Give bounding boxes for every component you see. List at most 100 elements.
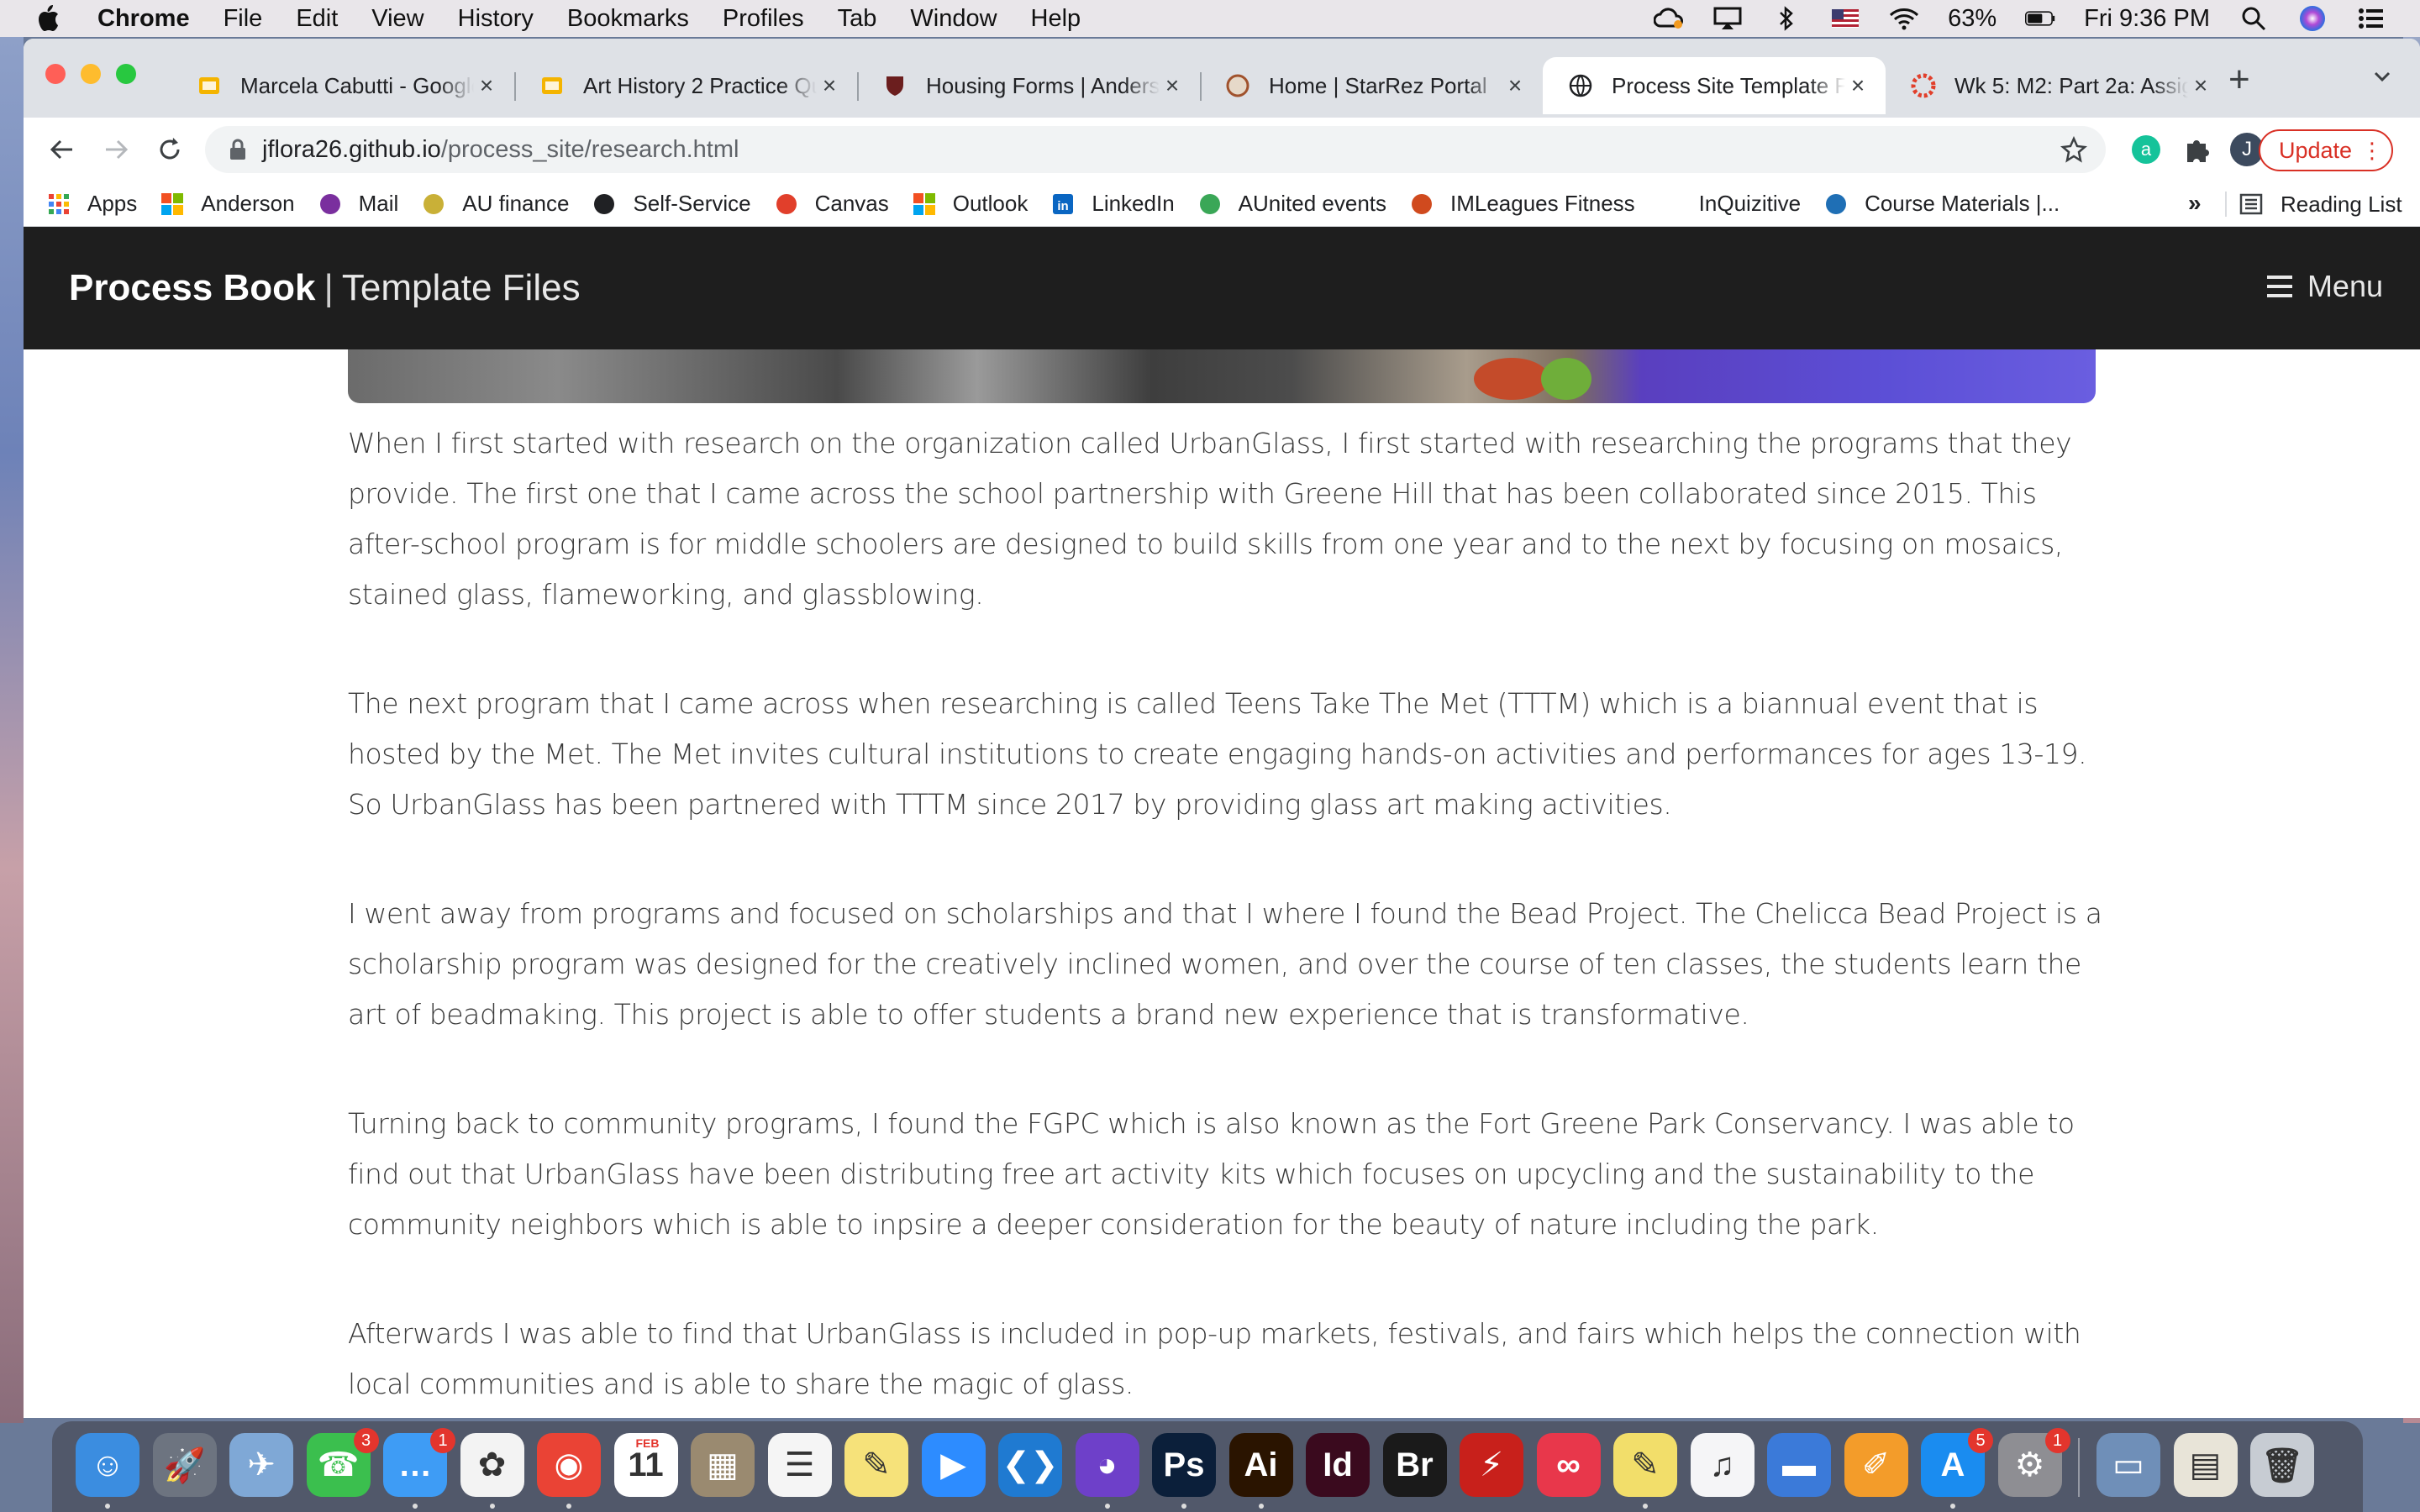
address-bar[interactable]: jflora26.github.io/process_site/research… bbox=[205, 126, 2106, 173]
site-brand[interactable]: Process Book | Template Files bbox=[69, 267, 581, 309]
canvas-icon bbox=[775, 192, 798, 216]
close-tab-icon[interactable]: × bbox=[2188, 72, 2213, 99]
close-tab-icon[interactable]: × bbox=[1502, 72, 1528, 99]
back-arrow-icon[interactable] bbox=[42, 129, 82, 170]
bookmark-item[interactable]: Self-Service bbox=[592, 191, 751, 217]
bookmark-star-icon[interactable] bbox=[2060, 135, 2087, 163]
bookmark-item[interactable]: Apps bbox=[47, 191, 137, 217]
browser-tab[interactable]: Wk 5: M2: Part 2a: Assig × bbox=[1886, 57, 2228, 114]
launchpad-dock-icon[interactable]: 🚀 bbox=[152, 1433, 217, 1497]
brand-separator: | bbox=[324, 267, 334, 308]
screenshot-folder-glyph: ▭ bbox=[2112, 1446, 2144, 1483]
bookmark-item[interactable]: Canvas bbox=[775, 191, 889, 217]
extensions-puzzle-icon[interactable] bbox=[2181, 133, 2215, 166]
tab-search-chevron-icon[interactable] bbox=[2370, 64, 2395, 89]
creative-cloud-status-icon[interactable] bbox=[1654, 6, 1684, 31]
downloads-stack-dock-icon[interactable]: ▤ bbox=[2173, 1433, 2238, 1497]
menu-view[interactable]: View bbox=[371, 5, 424, 33]
trash-dock-icon[interactable]: 🗑 bbox=[2250, 1433, 2314, 1497]
article-paragraph: I went away from programs and focused on… bbox=[348, 897, 2102, 1031]
menubar-clock[interactable]: Fri 9:36 PM bbox=[2084, 5, 2210, 33]
close-tab-icon[interactable]: × bbox=[1160, 72, 1185, 99]
bluetooth-icon[interactable] bbox=[1771, 6, 1802, 31]
pages-dock-icon[interactable]: ✐ bbox=[1844, 1433, 1908, 1497]
siri-icon[interactable] bbox=[2297, 6, 2328, 31]
bookmark-item[interactable]: in LinkedIn bbox=[1051, 191, 1175, 217]
grammarly-extension-icon[interactable]: a bbox=[2129, 133, 2163, 166]
chrome-dock-icon[interactable]: ◉ bbox=[537, 1433, 601, 1497]
bookmark-label: Self-Service bbox=[633, 191, 751, 216]
browser-tab[interactable]: Marcela Cabutti - Google × bbox=[171, 57, 514, 114]
zoom-dock-icon[interactable]: ▶ bbox=[921, 1433, 986, 1497]
browser-tab[interactable]: Process Site Template Fi × bbox=[1543, 57, 1886, 114]
close-tab-icon[interactable]: × bbox=[817, 72, 842, 99]
zoom-window-button[interactable] bbox=[116, 64, 136, 84]
microsoft-icon bbox=[160, 192, 184, 216]
menu-app-name[interactable]: Chrome bbox=[97, 5, 190, 33]
linkedin-icon: in bbox=[1051, 192, 1075, 216]
bookmark-item[interactable]: InQuizitive bbox=[1659, 191, 1801, 217]
creative-cloud-dock-icon[interactable]: ∞ bbox=[1536, 1433, 1601, 1497]
airplay-icon[interactable] bbox=[1712, 6, 1743, 31]
bookmark-item[interactable]: Outlook bbox=[913, 191, 1028, 217]
menu-profiles[interactable]: Profiles bbox=[723, 5, 804, 33]
keynote-dock-icon[interactable]: ▬ bbox=[1767, 1433, 1831, 1497]
new-tab-plus-icon[interactable]: + bbox=[2228, 59, 2250, 101]
screenshot-folder-dock-icon[interactable]: ▭ bbox=[2096, 1433, 2160, 1497]
menu-window[interactable]: Window bbox=[910, 5, 997, 33]
reading-list-button[interactable]: Reading List bbox=[2238, 181, 2402, 227]
browser-tab[interactable]: Home | StarRez Portal × bbox=[1200, 57, 1543, 114]
bridge-dock-icon[interactable]: Br bbox=[1382, 1433, 1447, 1497]
web-page: Process Book | Template Files Menu When I … bbox=[24, 227, 2420, 1418]
notification-badge: 3 bbox=[353, 1428, 379, 1453]
bookmark-item[interactable]: Anderson bbox=[160, 191, 295, 217]
browser-tab[interactable]: Housing Forms | Anderso × bbox=[857, 57, 1200, 114]
stickies-dock-icon[interactable]: ✎ bbox=[1613, 1433, 1677, 1497]
menu-bookmarks[interactable]: Bookmarks bbox=[567, 5, 689, 33]
notes-dock-icon[interactable]: ✎ bbox=[844, 1433, 908, 1497]
bookmark-item[interactable]: AUnited events bbox=[1198, 191, 1386, 217]
globe-icon bbox=[1568, 73, 1593, 98]
hamburger-icon bbox=[2266, 276, 2292, 297]
minimize-window-button[interactable] bbox=[81, 64, 101, 84]
photoshop-dock-icon[interactable]: Ps bbox=[1152, 1433, 1216, 1497]
control-center-icon[interactable] bbox=[2356, 6, 2386, 31]
acrobat-dock-icon[interactable]: ⚡ bbox=[1460, 1433, 1523, 1497]
close-tab-icon[interactable]: × bbox=[474, 72, 499, 99]
menu-file[interactable]: File bbox=[224, 5, 263, 33]
forward-arrow-icon[interactable] bbox=[96, 129, 136, 170]
menu-history[interactable]: History bbox=[458, 5, 534, 33]
illustrator-dock-icon[interactable]: Ai bbox=[1228, 1433, 1293, 1497]
calculator-dock-icon[interactable]: ▦ bbox=[691, 1433, 755, 1497]
menu-tab[interactable]: Tab bbox=[838, 5, 877, 33]
photos-dock-icon[interactable]: ✿ bbox=[460, 1433, 524, 1497]
bookmark-item[interactable]: AU finance bbox=[422, 191, 569, 217]
browser-tab[interactable]: Art History 2 Practice Qu × bbox=[514, 57, 857, 114]
indesign-dock-icon[interactable]: Id bbox=[1306, 1433, 1370, 1497]
close-tab-icon[interactable]: × bbox=[1845, 72, 1870, 99]
bookmark-item[interactable]: IMLeagues Fitness bbox=[1410, 191, 1635, 217]
us-flag-input-icon[interactable] bbox=[1830, 6, 1860, 31]
github-dock-icon[interactable]: ◕ bbox=[1075, 1433, 1139, 1497]
reminders-dock-icon[interactable]: ☰ bbox=[767, 1433, 832, 1497]
update-chrome-button[interactable]: Update ⋮ bbox=[2259, 129, 2393, 171]
menu-edit[interactable]: Edit bbox=[296, 5, 338, 33]
music-dock-icon[interactable]: ♫ bbox=[1690, 1433, 1754, 1497]
menu-help[interactable]: Help bbox=[1031, 5, 1081, 33]
bookmark-item[interactable]: Course Materials |... bbox=[1824, 191, 2060, 217]
preview-dock-icon[interactable]: ✈ bbox=[229, 1433, 293, 1497]
bookmark-label: AU finance bbox=[462, 191, 570, 216]
apple-menu-icon[interactable] bbox=[35, 4, 64, 33]
reload-icon[interactable] bbox=[150, 129, 190, 170]
lock-icon[interactable] bbox=[229, 138, 247, 161]
spotlight-search-icon[interactable] bbox=[2238, 6, 2269, 31]
close-window-button[interactable] bbox=[45, 64, 66, 84]
bookmark-item[interactable]: Mail bbox=[318, 191, 398, 217]
wifi-icon[interactable] bbox=[1889, 6, 1919, 31]
site-menu-button[interactable]: Menu bbox=[2266, 269, 2383, 304]
vscode-dock-icon[interactable]: ❮❯ bbox=[998, 1433, 1062, 1497]
bookmarks-overflow-chevron[interactable]: » bbox=[2188, 190, 2202, 217]
more-menu-icon[interactable]: ⋮ bbox=[2361, 138, 2383, 163]
finder-dock-icon[interactable]: ☺ bbox=[76, 1433, 139, 1497]
battery-icon[interactable] bbox=[2025, 6, 2055, 31]
